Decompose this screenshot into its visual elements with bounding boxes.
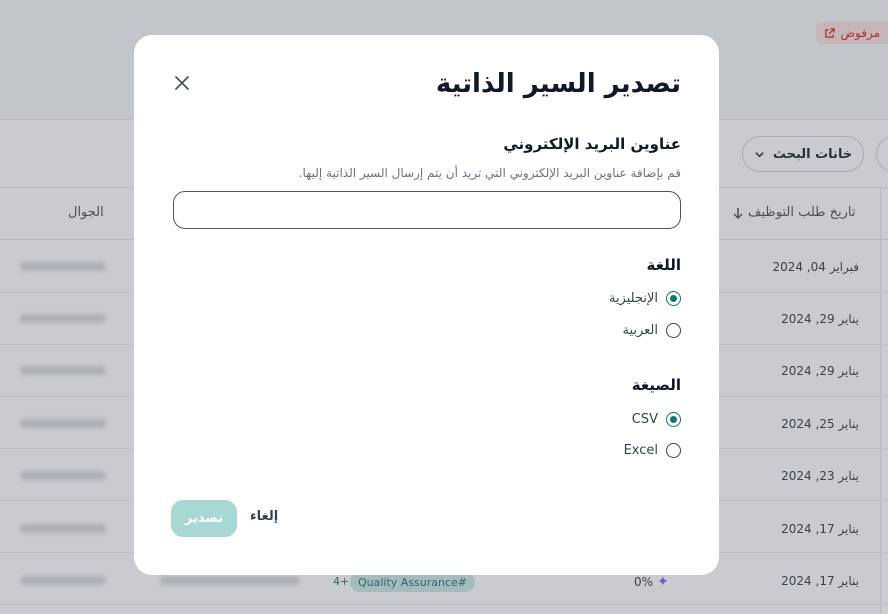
export-resumes-dialog: تصدير السير الذاتية عناوين البريد الإلكت…: [134, 35, 719, 575]
radio-csv[interactable]: [666, 412, 681, 427]
emails-label: عناوين البريد الإلكتروني: [503, 135, 681, 153]
format-option-csv[interactable]: CSV: [632, 412, 681, 427]
cancel-button[interactable]: إلغاء: [250, 509, 278, 524]
radio-excel[interactable]: [666, 443, 681, 458]
radio-selected-dot: [670, 416, 677, 423]
format-option-label: Excel: [623, 443, 658, 458]
radio-english[interactable]: [666, 291, 681, 306]
language-option-arabic[interactable]: العربية: [622, 323, 681, 338]
export-button[interactable]: تصدير: [171, 500, 237, 537]
format-option-excel[interactable]: Excel: [624, 443, 681, 458]
language-option-label: الإنجليزية: [608, 291, 658, 306]
format-option-label: CSV: [631, 412, 658, 427]
close-button[interactable]: [172, 73, 192, 93]
language-option-label: العربية: [622, 323, 658, 338]
radio-arabic[interactable]: [666, 323, 681, 338]
language-option-english[interactable]: الإنجليزية: [609, 291, 681, 306]
email-field[interactable]: [173, 191, 681, 229]
dialog-title: تصدير السير الذاتية: [435, 69, 681, 99]
format-label: الصيغة: [631, 376, 681, 394]
emails-hint: قم بإضافة عناوين البريد الإلكتروني التي …: [298, 166, 681, 180]
radio-selected-dot: [670, 295, 677, 302]
language-label: اللغة: [646, 256, 681, 274]
close-icon: [175, 76, 189, 90]
